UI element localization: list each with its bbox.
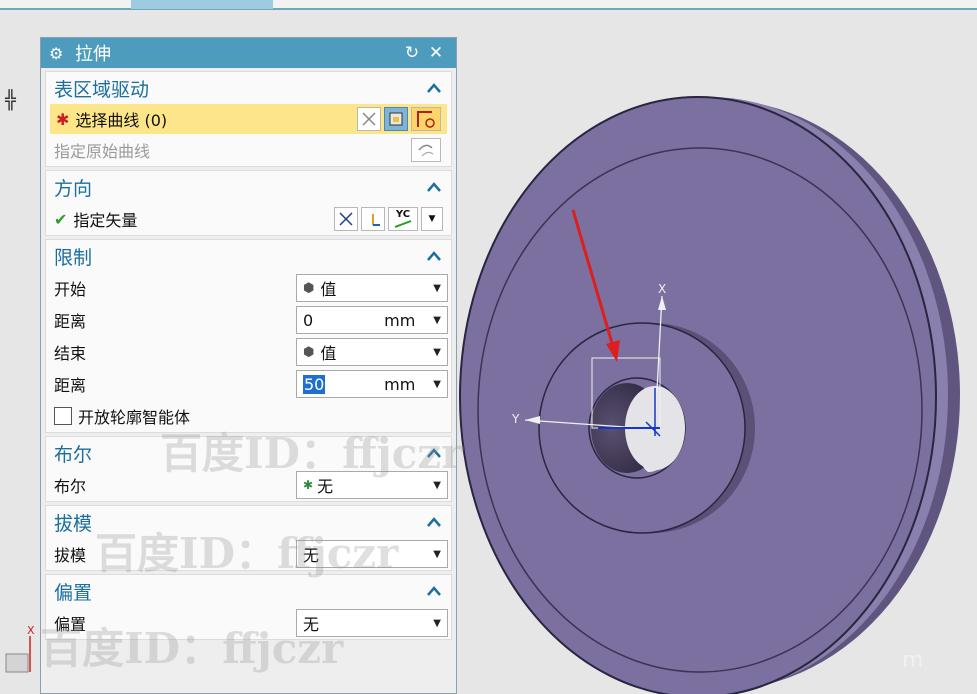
vector-dropdown-icon[interactable]: ▼ xyxy=(421,207,443,231)
yc-label: YC xyxy=(395,209,411,220)
end-row: 结束 ⬢ 值 ▼ xyxy=(46,336,451,368)
cube-icon: ⬢ xyxy=(303,280,315,296)
chevron-up-icon[interactable] xyxy=(425,79,443,97)
section-header-boolean[interactable]: 布尔 xyxy=(46,437,451,469)
section-title: 拔模 xyxy=(54,512,93,535)
cube-icon: ⬢ xyxy=(303,344,315,360)
offset-row: 偏置 无 ▼ xyxy=(46,607,451,639)
chevron-down-icon: ▼ xyxy=(433,346,441,358)
view-triad-icon xyxy=(5,636,31,673)
open-profile-checkbox[interactable] xyxy=(54,407,72,425)
chevron-up-icon[interactable] xyxy=(425,513,443,531)
start-distance-value[interactable]: 0 xyxy=(303,311,384,330)
boolean-row: 布尔 ✱ 无 ▼ xyxy=(46,469,451,501)
section-header-offset[interactable]: 偏置 xyxy=(46,575,451,607)
vector-dialog-icon[interactable] xyxy=(361,207,385,231)
end-distance-value[interactable]: 50 xyxy=(303,374,326,394)
chevron-up-icon[interactable] xyxy=(425,444,443,462)
active-ribbon-tab[interactable] xyxy=(131,0,273,9)
chevron-up-icon[interactable] xyxy=(425,178,443,196)
select-curve-label: 选择曲线 (0) xyxy=(75,111,168,130)
draft-select[interactable]: 无 ▼ xyxy=(296,540,448,568)
section-direction: 方向 ✔ 指定矢量 YC ▼ xyxy=(45,170,452,236)
specify-original-curve-row: 指定原始曲线 xyxy=(46,134,451,166)
boolean-select[interactable]: ✱ 无 ▼ xyxy=(296,471,448,499)
close-icon[interactable]: ✕ xyxy=(424,43,448,63)
section-offset: 偏置 偏置 无 ▼ xyxy=(45,574,452,640)
select-curve-row[interactable]: ✱ 选择曲线 (0) xyxy=(50,104,447,134)
curve-select-icon[interactable] xyxy=(411,107,441,131)
required-star-icon: ✱ xyxy=(56,109,70,129)
start-distance-unit: mm xyxy=(384,310,416,330)
draft-value: 无 xyxy=(303,546,320,565)
section-title: 表区域驱动 xyxy=(54,78,150,101)
start-value: 值 xyxy=(320,280,337,299)
top-toolbar-strip xyxy=(0,0,977,10)
gear-icon[interactable]: ⚙ xyxy=(49,44,69,63)
open-profile-label: 开放轮廓智能体 xyxy=(78,408,191,427)
boolean-value: 无 xyxy=(317,477,334,496)
offset-value: 无 xyxy=(303,615,320,634)
original-curve-icon[interactable] xyxy=(411,138,441,162)
end-select[interactable]: ⬢ 值 ▼ xyxy=(296,338,448,366)
end-value: 值 xyxy=(320,344,337,363)
chevron-down-icon[interactable]: ▼ xyxy=(433,315,441,326)
reverse-direction-icon[interactable] xyxy=(334,207,358,231)
sketch-section-icon[interactable] xyxy=(384,107,408,131)
reset-icon[interactable]: ↻ xyxy=(400,43,424,63)
start-distance-input[interactable]: 0 mm ▼ xyxy=(296,306,448,334)
start-distance-row: 距离 0 mm ▼ xyxy=(46,304,451,336)
section-boolean: 布尔 布尔 ✱ 无 ▼ xyxy=(45,436,452,502)
section-limits: 限制 开始 ⬢ 值 ▼ 距离 0 mm ▼ 结束 ⬢ 值 ▼ 距离 50 mm … xyxy=(45,239,452,433)
section-title: 布尔 xyxy=(54,443,93,466)
end-distance-input[interactable]: 50 mm ▼ xyxy=(296,370,448,398)
section-title: 方向 xyxy=(54,177,93,200)
end-distance-unit: mm xyxy=(384,374,416,394)
section-draft: 拔模 拔模 无 ▼ xyxy=(45,505,452,571)
axis-x-label: X xyxy=(658,282,667,296)
deselect-icon[interactable] xyxy=(357,107,381,131)
axis-y-label: Y xyxy=(512,412,520,426)
section-surface-region: 表区域驱动 ✱ 选择曲线 (0) 指定原始曲线 xyxy=(45,71,452,167)
chevron-up-icon[interactable] xyxy=(425,247,443,265)
open-profile-row[interactable]: 开放轮廓智能体 xyxy=(46,400,451,432)
extrude-dialog: ⚙ 拉伸 ↻ ✕ 表区域驱动 ✱ 选择曲线 (0) 指定原始曲线 方向 ✔ 指定… xyxy=(40,37,457,694)
yc-vector-button[interactable]: YC xyxy=(388,207,418,231)
end-distance-row: 距离 50 mm ▼ xyxy=(46,368,451,400)
check-icon: ✔ xyxy=(54,209,68,229)
section-header-limits[interactable]: 限制 xyxy=(46,240,451,272)
section-header-direction[interactable]: 方向 xyxy=(46,171,451,203)
specify-original-curve-label: 指定原始曲线 xyxy=(54,142,151,161)
dialog-titlebar: ⚙ 拉伸 ↻ ✕ xyxy=(41,38,456,68)
section-title: 限制 xyxy=(54,246,93,269)
start-select[interactable]: ⬢ 值 ▼ xyxy=(296,274,448,302)
section-title: 偏置 xyxy=(54,581,93,604)
chevron-down-icon: ▼ xyxy=(433,479,441,491)
chevron-up-icon[interactable] xyxy=(425,582,443,600)
specify-vector-label: 指定矢量 xyxy=(73,211,138,230)
resource-bar-icon[interactable]: ╬ xyxy=(5,90,16,111)
chevron-down-icon[interactable]: ▼ xyxy=(433,379,441,390)
section-header-draft[interactable]: 拔模 xyxy=(46,506,451,538)
chevron-down-icon: ▼ xyxy=(433,548,441,560)
specify-vector-row[interactable]: ✔ 指定矢量 YC ▼ xyxy=(46,203,451,235)
offset-select[interactable]: 无 ▼ xyxy=(296,609,448,637)
draft-row: 拔模 无 ▼ xyxy=(46,538,451,570)
chevron-down-icon: ▼ xyxy=(433,282,441,294)
dialog-title: 拉伸 xyxy=(75,44,111,65)
boolean-none-icon: ✱ xyxy=(303,478,314,492)
chevron-down-icon: ▼ xyxy=(433,617,441,629)
section-header-surface-region[interactable]: 表区域驱动 xyxy=(46,72,451,104)
start-row: 开始 ⬢ 值 ▼ xyxy=(46,272,451,304)
